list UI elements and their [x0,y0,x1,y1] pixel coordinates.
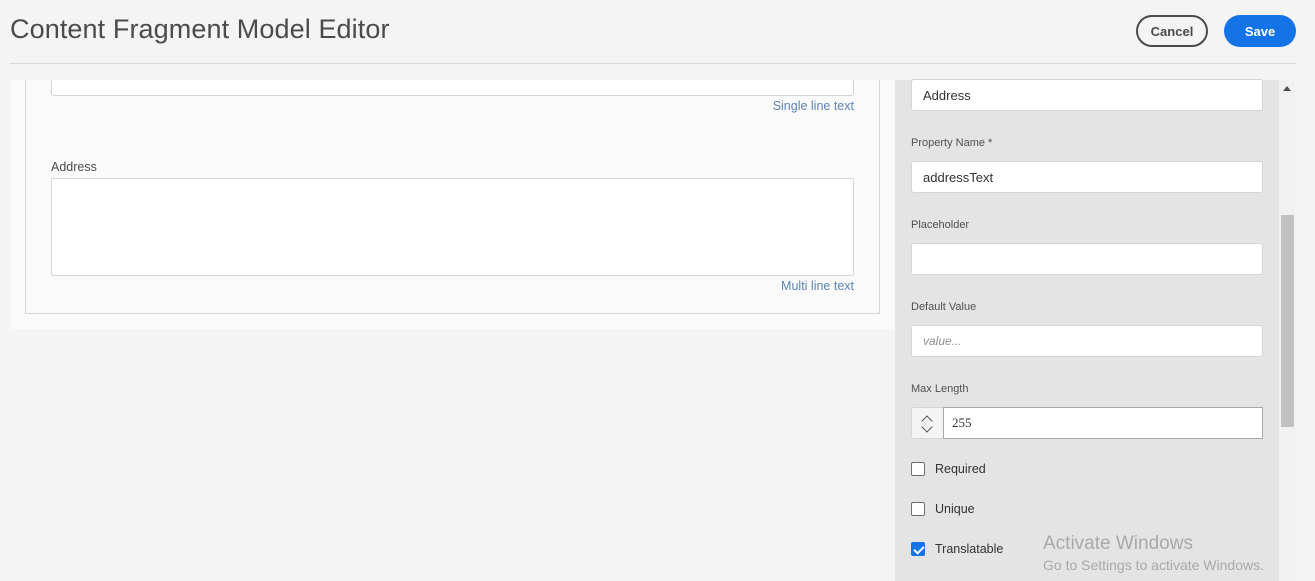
multi-line-text-type-label: Multi line text [781,279,854,293]
address-field-label: Address [51,160,97,174]
unique-checkbox-row[interactable]: Unique [911,502,975,516]
required-checkbox-row[interactable]: Required [911,462,986,476]
max-length-stepper[interactable] [911,407,943,439]
scrollbar-thumb[interactable] [1281,215,1294,427]
app-header: Content Fragment Model Editor Cancel Sav… [0,0,1315,64]
watermark-line1: Activate Windows [1043,533,1193,554]
unique-label: Unique [935,502,975,516]
required-checkbox[interactable] [911,462,925,476]
default-value-input[interactable]: value... [911,325,1263,357]
property-name-input[interactable]: addressText [911,161,1263,193]
max-length-input[interactable]: 255 [943,407,1263,439]
field-label-input[interactable]: Address [911,79,1263,111]
placeholder-label: Placeholder [911,219,970,231]
header-divider [10,63,1296,64]
translatable-checkbox-row[interactable]: Translatable [911,542,1003,556]
unique-checkbox[interactable] [911,502,925,516]
single-line-text-type-label: Single line text [772,99,854,113]
scroll-up-arrow-icon[interactable] [1283,86,1291,91]
watermark-line2: Go to Settings to activate Windows. [1043,557,1264,573]
address-multiline-field[interactable] [51,178,854,276]
required-label: Required [935,462,986,476]
cancel-button[interactable]: Cancel [1136,15,1208,47]
property-name-label: Property Name * [911,137,993,149]
max-length-label: Max Length [911,383,969,395]
translatable-label: Translatable [935,542,1004,556]
save-button[interactable]: Save [1224,15,1296,47]
page-title: Content Fragment Model Editor [10,14,390,44]
translatable-checkbox[interactable] [911,542,925,556]
windows-activation-watermark: Activate Windows Go to Settings to activ… [1043,533,1264,573]
placeholder-input[interactable] [911,243,1263,275]
default-value-label: Default Value [911,301,977,313]
single-line-text-field[interactable] [51,80,854,96]
